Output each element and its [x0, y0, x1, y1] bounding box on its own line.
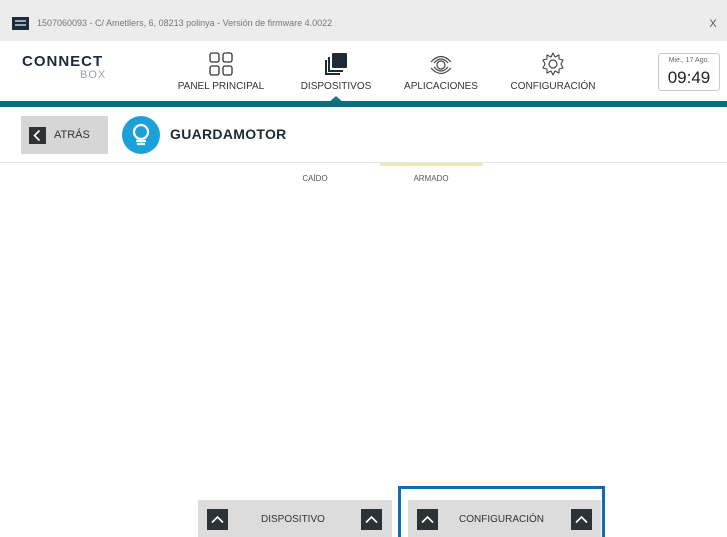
nav-aplicaciones-label: APLICACIONES	[404, 81, 478, 92]
close-button[interactable]: X	[702, 13, 724, 35]
device-title: GUARDAMOTOR	[170, 126, 287, 142]
grid-icon	[209, 52, 233, 76]
devices-icon	[325, 53, 347, 75]
highlight-box	[398, 486, 605, 537]
state-armado[interactable]: ARMADO	[391, 174, 471, 183]
clock-widget: Mie., 17 Ago. 09:49	[658, 53, 720, 91]
device-subheader: ATRÁS GUARDAMOTOR	[0, 107, 727, 163]
window-titlebar: 1507060093 - C/ Ametllers, 6, 08213 poli…	[0, 0, 727, 41]
app-root: 1507060093 - C/ Ametllers, 6, 08213 poli…	[0, 0, 727, 537]
state-caido[interactable]: CAÍDO	[275, 174, 355, 183]
chevron-up-icon[interactable]	[361, 509, 382, 530]
gear-icon	[542, 52, 564, 76]
nav-panel-principal-label: PANEL PRINCIPAL	[177, 81, 265, 92]
dispositivo-panel[interactable]: DISPOSITIVO	[198, 500, 392, 537]
brand-logo: CONNECT BOX	[22, 53, 132, 85]
main-header: CONNECT BOX PANEL PRINCIPAL DISPOSITIVOS	[0, 41, 727, 101]
chevron-up-icon[interactable]	[207, 509, 228, 530]
apps-icon	[430, 55, 452, 75]
clock-date: Mie., 17 Ago.	[668, 57, 710, 64]
nav-configuracion[interactable]: CONFIGURACIÓN	[503, 41, 603, 101]
back-button[interactable]: ATRÁS	[21, 116, 108, 154]
bulb-icon	[122, 116, 160, 154]
back-button-label: ATRÁS	[54, 129, 90, 141]
nav-configuracion-label: CONFIGURACIÓN	[510, 81, 596, 92]
app-logo-icon	[12, 17, 29, 30]
chevron-left-icon	[29, 127, 46, 144]
nav-aplicaciones[interactable]: APLICACIONES	[395, 41, 487, 101]
nav-dispositivos-label: DISPOSITIVOS	[300, 81, 372, 92]
window-title: 1507060093 - C/ Ametllers, 6, 08213 poli…	[37, 18, 333, 28]
brand-line1: CONNECT	[22, 53, 104, 70]
nav-panel-principal[interactable]: PANEL PRINCIPAL	[176, 41, 266, 101]
state-indicator	[380, 163, 483, 166]
brand-line2: BOX	[80, 69, 107, 81]
nav-dispositivos[interactable]: DISPOSITIVOS	[290, 41, 382, 101]
clock-time: 09:49	[667, 68, 711, 87]
dispositivo-panel-label: DISPOSITIVO	[261, 514, 325, 525]
